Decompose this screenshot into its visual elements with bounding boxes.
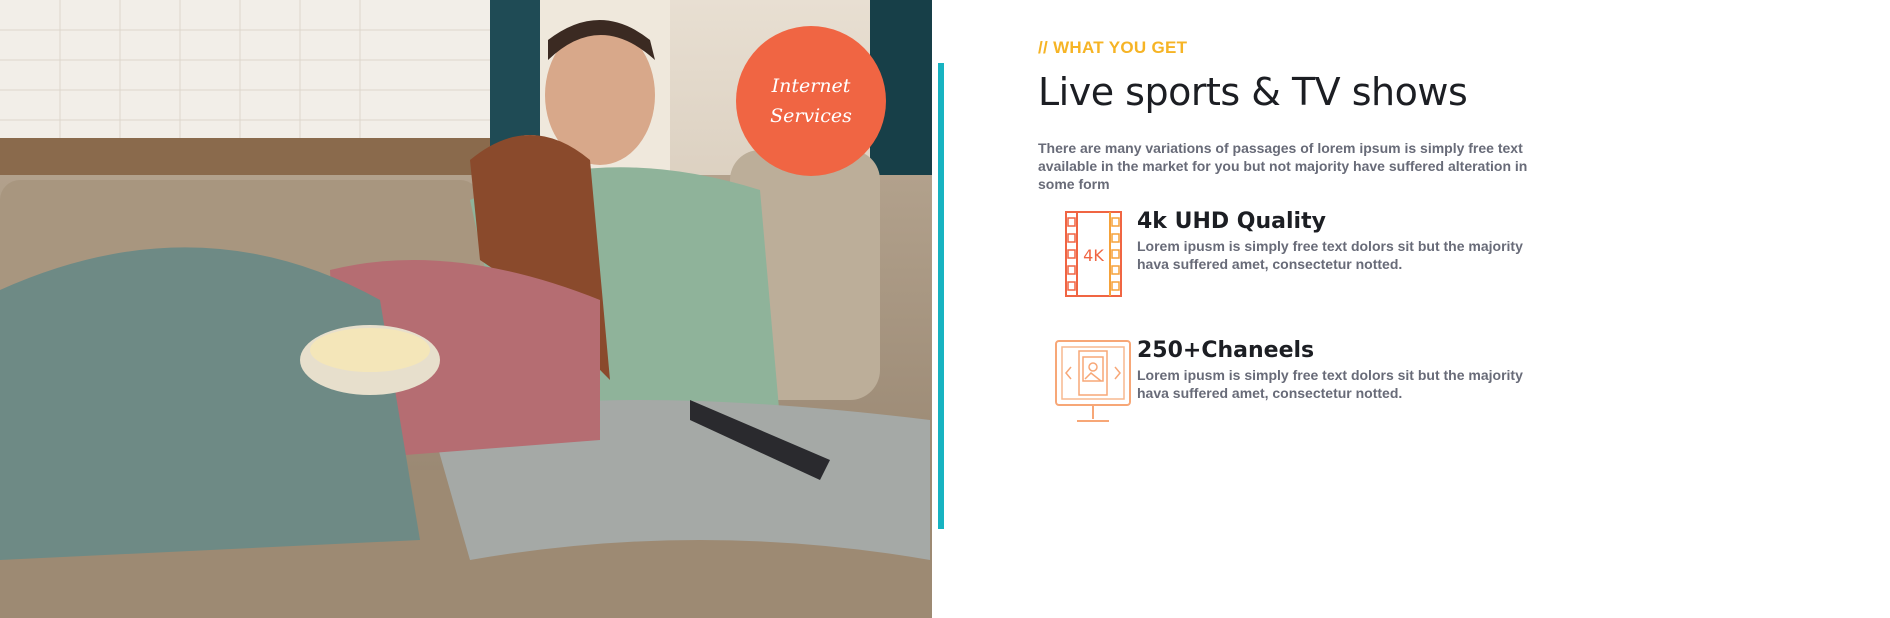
feature-channels: 250+Chaneels Lorem ipusm is simply free … (1053, 337, 1557, 433)
feature-title: 4k UHD Quality (1137, 209, 1326, 234)
internet-services-badge: Internet Services (736, 26, 886, 176)
feature-text: Lorem ipusm is simply free text dolors s… (1137, 367, 1523, 401)
badge-line-1: Internet (771, 75, 851, 97)
tv-monitor-icon (1055, 340, 1131, 422)
section-eyebrow: // WHAT YOU GET (1038, 38, 1188, 57)
section-title: Live sports & TV shows (1038, 70, 1468, 114)
what-you-get-section: // WHAT YOU GET Live sports & TV shows T… (1038, 38, 1558, 422)
badge-line-2: Services (770, 105, 852, 127)
svg-text:4K: 4K (1083, 246, 1104, 265)
vertical-accent-divider (938, 63, 944, 529)
4k-film-icon: 4K (1065, 211, 1122, 297)
feature-title: 250+Chaneels (1137, 338, 1315, 363)
section-intro: There are many variations of passages of… (1038, 140, 1528, 192)
hero-photo: Internet Services (0, 0, 932, 618)
feature-4k-quality: 4K 4k UHD Quality Lorem ipusm is simply … (1063, 208, 1557, 298)
feature-text: Lorem ipusm is simply free text dolors s… (1137, 238, 1523, 272)
